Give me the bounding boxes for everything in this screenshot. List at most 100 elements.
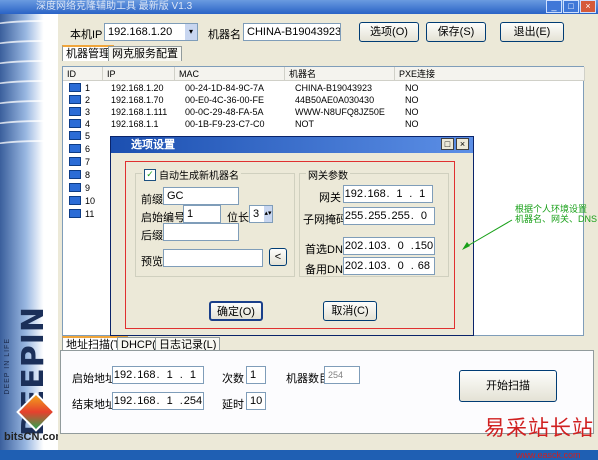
col-header-ip[interactable]: IP — [103, 67, 175, 81]
close-icon[interactable]: × — [580, 0, 596, 13]
chevron-down-icon[interactable]: ▾ — [185, 24, 197, 40]
machine-name-field[interactable]: CHINA-B19043923 — [243, 23, 341, 41]
decor-stripe — [0, 100, 58, 120]
ip-octet: 255 — [344, 210, 364, 222]
start-scan-button[interactable]: 开始扫描 — [459, 370, 557, 402]
decor-stripe — [0, 120, 58, 140]
row-mac: 00-24-1D-84-9C-7A — [185, 83, 265, 93]
ip-octet: 1 — [396, 188, 403, 200]
minimize-icon[interactable]: _ — [546, 0, 562, 13]
ip-octet: 192 — [113, 369, 133, 381]
row-mac: 00-E0-4C-36-00-FE — [185, 95, 265, 105]
tab-machine-manage[interactable]: 机器管理 — [62, 45, 114, 61]
row-mac: 00-1B-F9-23-C7-C0 — [185, 119, 265, 129]
digits-value: 3 — [253, 208, 260, 220]
ip-octet: 103 — [368, 240, 387, 252]
auto-gen-checkbox-row[interactable]: ✓ 自动生成新机器名 — [142, 167, 241, 182]
count-field[interactable]: 1 — [246, 366, 266, 384]
computer-icon — [69, 131, 81, 140]
local-ip-label: 本机IP — [70, 29, 103, 41]
options-dialog: 选项设置 □ × ✓ 自动生成新机器名 前缀 GC 启始编号 1 位长 3 ▴▾… — [110, 136, 474, 336]
deepin-tagline: DEEP IN LIFE — [4, 338, 11, 395]
col-header-name[interactable]: 机器名 — [285, 67, 395, 81]
local-ip-select[interactable]: 192.168.1.20 ▾ — [104, 23, 198, 41]
prefix-field[interactable]: GC — [163, 187, 239, 205]
cancel-button[interactable]: 取消(C) — [323, 301, 377, 321]
row-ip: 192.168.1.111 — [111, 107, 168, 117]
digits-stepper[interactable]: 3 ▴▾ — [249, 205, 273, 223]
ok-button[interactable]: 确定(O) — [209, 301, 263, 321]
count-label: 次数 — [222, 373, 244, 385]
col-header-id[interactable]: ID — [63, 67, 103, 81]
gateway-label: 网关 — [319, 192, 341, 204]
start-num-field[interactable]: 1 — [183, 205, 221, 223]
computer-icon — [69, 170, 81, 179]
ip-octet: 202 — [344, 240, 364, 252]
row-pxe: NO — [405, 107, 419, 117]
computer-icon — [69, 144, 81, 153]
suffix-label: 后缀 — [141, 230, 163, 242]
annotation-note: 根据个人环境设置 机器名、网关、DNS — [515, 204, 597, 224]
table-row[interactable]: 1 192.168.1.20 00-24-1D-84-9C-7A CHINA-B190… — [69, 82, 569, 94]
gateway-ip-field[interactable]: 192. 168. 1. 1 — [343, 185, 433, 203]
computer-icon — [69, 119, 81, 128]
computer-icon — [69, 95, 81, 104]
decor-stripe — [0, 20, 58, 40]
site-logo-text: bitsCN.com — [4, 431, 58, 443]
start-address-label: 启始地址 — [72, 373, 116, 385]
options-button[interactable]: 选项(O) — [359, 22, 419, 42]
machine-name-label: 机器名 — [208, 29, 241, 41]
end-ip-field[interactable]: 192. 168. 1. 254 — [112, 392, 204, 410]
row-ip: 192.168.1.1 — [111, 119, 159, 129]
computer-icon — [69, 183, 81, 192]
brand-strip: DEEP IN LIFE DEEPIN bitsCN.com — [0, 14, 58, 450]
annotation-line: 机器名、网关、DNS — [515, 214, 598, 224]
ip-octet: 255 — [391, 210, 410, 222]
mask-ip-field[interactable]: 255. 255. 255. 0 — [343, 207, 435, 225]
dialog-close-icon[interactable]: × — [456, 138, 469, 150]
ip-octet: 254 — [183, 395, 203, 407]
main-window: DEEP IN LIFE DEEPIN bitsCN.com 本机IP 192.… — [0, 14, 598, 460]
spin-icon[interactable]: ▴▾ — [264, 206, 272, 222]
row-name: WWW-N8UFQ8JZ50E — [295, 107, 385, 117]
start-ip-field[interactable]: 192. 168. 1. 1 — [112, 366, 204, 384]
col-header-mac[interactable]: MAC — [175, 67, 285, 81]
ip-octet: 168 — [367, 188, 386, 200]
ip-octet: 168 — [137, 369, 156, 381]
ip-octet: 1 — [166, 395, 173, 407]
mask-label: 子网掩码 — [303, 214, 347, 226]
ip-octet: 68 — [417, 260, 431, 272]
ip-octet: 0 — [397, 260, 404, 272]
suffix-field[interactable] — [163, 223, 239, 241]
dialog-maximize-icon[interactable]: □ — [441, 138, 454, 150]
ip-octet: 202 — [344, 260, 364, 272]
preview-field — [163, 249, 263, 267]
ip-octet: 1 — [189, 369, 196, 381]
computer-icon — [69, 83, 81, 92]
row-name: 44B50AE0A030430 — [295, 95, 375, 105]
preview-button[interactable]: < — [269, 248, 287, 266]
delay-field[interactable]: 10 — [246, 392, 266, 410]
row-id: 7 — [85, 157, 91, 167]
row-id: 6 — [85, 144, 91, 154]
ip-octet: 1 — [419, 188, 426, 200]
table-row[interactable]: 2 192.168.1.70 00-E0-4C-36-00-FE 44B50AE0A0… — [69, 94, 569, 106]
row-mac: 00-0C-29-48-FA-5A — [185, 107, 264, 117]
annotation-arrow — [462, 219, 513, 250]
watermark-text: 易采站长站 — [484, 416, 594, 440]
ip-octet: 168 — [137, 395, 156, 407]
row-id: 8 — [85, 170, 91, 180]
ip-octet: 150 — [414, 240, 434, 252]
row-id: 2 — [85, 95, 91, 105]
table-row[interactable]: 4 192.168.1.1 00-1B-F9-23-C7-C0 NOT NO — [69, 118, 569, 130]
save-button[interactable]: 保存(S) — [426, 22, 486, 42]
col-header-pxe[interactable]: PXE连接 — [395, 67, 585, 81]
exit-button[interactable]: 退出(E) — [500, 22, 564, 42]
row-name: CHINA-B19043923 — [295, 83, 373, 93]
tab-clone-service[interactable]: 网克服务配置 — [108, 46, 182, 61]
dns1-ip-field[interactable]: 202. 103. 0. 150 — [343, 237, 435, 255]
table-row[interactable]: 3 192.168.1.111 00-0C-29-48-FA-5A WWW-N8UFQ… — [69, 106, 569, 118]
maximize-icon[interactable]: □ — [563, 0, 579, 13]
auto-gen-checkbox[interactable]: ✓ — [144, 168, 156, 181]
dns2-ip-field[interactable]: 202. 103. 0. 68 — [343, 257, 435, 275]
